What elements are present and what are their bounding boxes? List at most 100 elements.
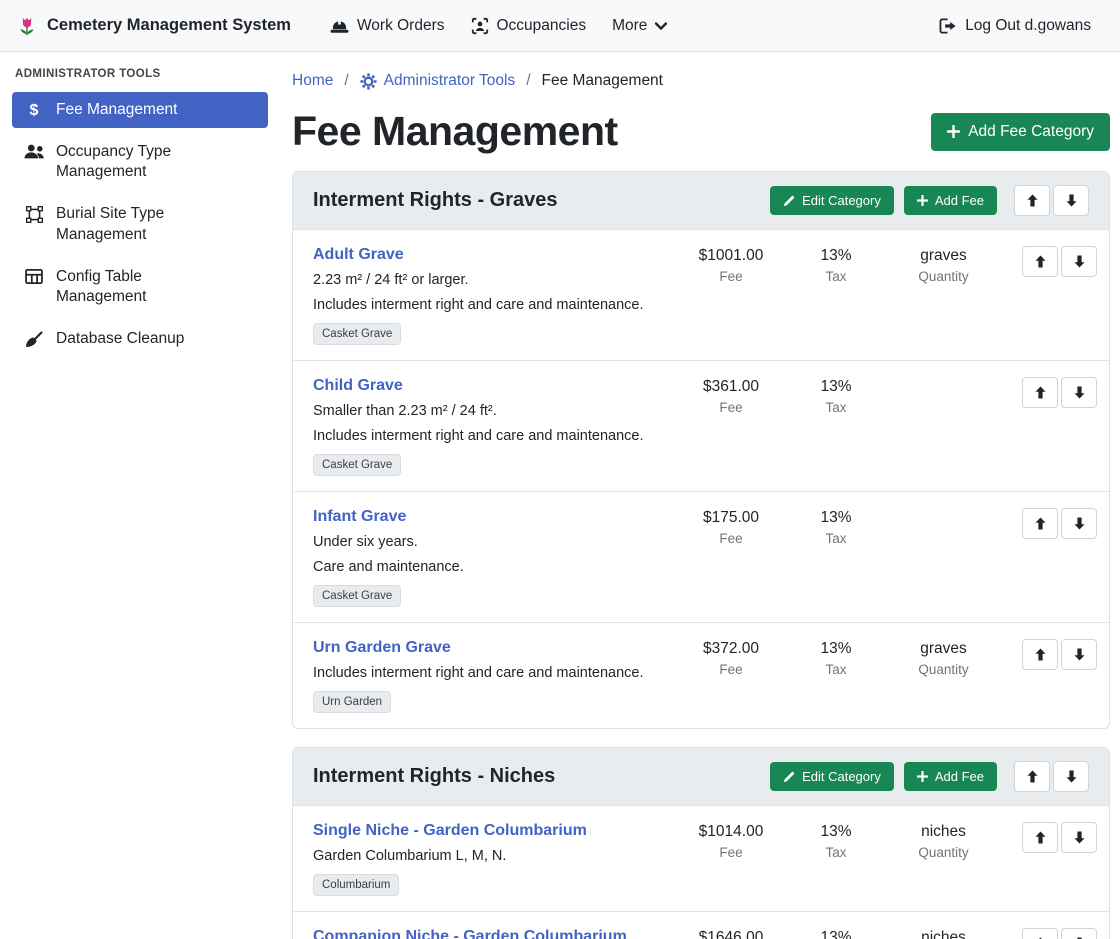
fee-stat: $1014.00 Fee: [676, 822, 786, 860]
fee-row: Urn Garden Grave Includes interment righ…: [293, 623, 1109, 728]
breadcrumb-current: Fee Management: [542, 72, 664, 90]
fee-description: 2.23 m² / 24 ft² or larger.: [313, 272, 676, 288]
fee-description: Garden Columbarium L, M, N.: [313, 848, 676, 864]
sidebar-item-occupancy-type-management[interactable]: Occupancy Type Management: [12, 134, 268, 190]
fee-description: Includes interment right and care and ma…: [313, 297, 676, 313]
move-fee-up-button[interactable]: [1022, 822, 1058, 853]
fee-name-link[interactable]: Infant Grave: [313, 508, 406, 526]
fee-amount: $372.00: [676, 640, 786, 658]
breadcrumb-separator: /: [526, 72, 530, 90]
quantity-stat: graves Quantity: [886, 639, 1001, 677]
move-category-down-button[interactable]: [1053, 185, 1089, 216]
sidebar-item-config-table-management[interactable]: Config Table Management: [12, 259, 268, 315]
breadcrumb-separator: /: [344, 72, 348, 90]
fee-label: Fee: [676, 531, 786, 546]
category-reorder-buttons: [1014, 761, 1089, 792]
pencil-icon: [783, 771, 795, 783]
tax-value: 13%: [786, 247, 886, 265]
fee-description: Smaller than 2.23 m² / 24 ft².: [313, 403, 676, 419]
breadcrumb-admin-tools[interactable]: Administrator Tools: [360, 72, 516, 90]
fee-description: Care and maintenance.: [313, 559, 676, 575]
broom-icon: [23, 331, 45, 349]
fee-type-badge: Casket Grave: [313, 585, 401, 607]
add-fee-category-button[interactable]: Add Fee Category: [931, 113, 1110, 151]
fee-details: Adult Grave 2.23 m² / 24 ft² or larger. …: [313, 246, 676, 345]
nav-more[interactable]: More: [599, 9, 680, 43]
tax-value: 13%: [786, 378, 886, 396]
fee-type-badge: Columbarium: [313, 874, 399, 896]
breadcrumb: Home / Administrator Tools: [292, 66, 1110, 94]
sidebar: ADMINISTRATOR TOOLS $ Fee Management Occ…: [0, 52, 280, 939]
dollar-icon: $: [23, 102, 45, 119]
nav-occupancies[interactable]: Occupancies: [458, 9, 600, 43]
move-fee-up-button[interactable]: [1022, 377, 1058, 408]
sidebar-item-database-cleanup[interactable]: Database Cleanup: [12, 321, 268, 357]
users-icon: [23, 144, 45, 159]
fee-reorder-buttons: [1022, 246, 1097, 277]
category-header: Interment Rights - Graves Edit Category …: [293, 172, 1109, 230]
category-title: Interment Rights - Niches: [313, 765, 770, 788]
vector-square-icon: [23, 206, 45, 223]
category-title: Interment Rights - Graves: [313, 189, 770, 212]
fee-name-link[interactable]: Urn Garden Grave: [313, 639, 451, 657]
tax-value: 13%: [786, 509, 886, 527]
fee-name-link[interactable]: Adult Grave: [313, 246, 404, 264]
quantity-value: niches: [886, 823, 1001, 841]
tax-value: 13%: [786, 929, 886, 939]
fee-name-link[interactable]: Single Niche - Garden Columbarium: [313, 822, 587, 840]
move-fee-up-button[interactable]: [1022, 508, 1058, 539]
quantity-value: graves: [886, 640, 1001, 658]
move-fee-down-button[interactable]: [1061, 639, 1097, 670]
move-fee-down-button[interactable]: [1061, 246, 1097, 277]
fee-reorder-buttons: [1022, 928, 1097, 939]
edit-category-button[interactable]: Edit Category: [770, 762, 894, 791]
fee-amount: $361.00: [676, 378, 786, 396]
fee-amount: $175.00: [676, 509, 786, 527]
tax-label: Tax: [786, 400, 886, 415]
fee-stat: $175.00 Fee: [676, 508, 786, 546]
quantity-stat: graves Quantity: [886, 246, 1001, 284]
tax-stat: 13% Tax: [786, 822, 886, 860]
sidebar-item-fee-management[interactable]: $ Fee Management: [12, 92, 268, 128]
pencil-icon: [783, 195, 795, 207]
sidebar-item-burial-site-type-management[interactable]: Burial Site Type Management: [12, 196, 268, 252]
app-brand[interactable]: Cemetery Management System: [16, 15, 291, 37]
add-fee-button[interactable]: Add Fee: [904, 762, 997, 791]
fee-description: Under six years.: [313, 534, 676, 550]
fee-reorder-buttons: [1022, 639, 1097, 670]
move-fee-up-button[interactable]: [1022, 246, 1058, 277]
move-category-up-button[interactable]: [1014, 761, 1050, 792]
tax-label: Tax: [786, 845, 886, 860]
quantity-label: Quantity: [886, 845, 1001, 860]
add-fee-button[interactable]: Add Fee: [904, 186, 997, 215]
edit-category-button[interactable]: Edit Category: [770, 186, 894, 215]
quantity-value: niches: [886, 929, 1001, 939]
fee-name-link[interactable]: Child Grave: [313, 377, 403, 395]
plus-icon: [947, 125, 960, 138]
fee-category-card-niches: Interment Rights - Niches Edit Category …: [292, 747, 1110, 939]
plus-icon: [917, 195, 928, 206]
fee-type-badge: Casket Grave: [313, 323, 401, 345]
tulip-logo-icon: [16, 15, 38, 37]
move-fee-down-button[interactable]: [1061, 508, 1097, 539]
main-content: Home / Administrator Tools: [280, 52, 1120, 939]
nav-work-orders[interactable]: Work Orders: [317, 9, 458, 43]
page-title: Fee Management: [292, 108, 618, 155]
fee-name-link[interactable]: Companion Niche - Garden Columbarium: [313, 928, 627, 939]
tax-label: Tax: [786, 662, 886, 677]
move-fee-down-button[interactable]: [1061, 377, 1097, 408]
fee-reorder-buttons: [1022, 822, 1097, 853]
tax-value: 13%: [786, 640, 886, 658]
move-category-up-button[interactable]: [1014, 185, 1050, 216]
logout-icon: [939, 18, 957, 34]
move-fee-up-button[interactable]: [1022, 928, 1058, 939]
move-fee-down-button[interactable]: [1061, 822, 1097, 853]
quantity-stat: [886, 377, 1001, 378]
fee-stat: $372.00 Fee: [676, 639, 786, 677]
move-category-down-button[interactable]: [1053, 761, 1089, 792]
chevron-down-icon: [655, 22, 667, 30]
move-fee-up-button[interactable]: [1022, 639, 1058, 670]
breadcrumb-home[interactable]: Home: [292, 72, 333, 90]
move-fee-down-button[interactable]: [1061, 928, 1097, 939]
logout-link[interactable]: Log Out d.gowans: [926, 9, 1104, 43]
